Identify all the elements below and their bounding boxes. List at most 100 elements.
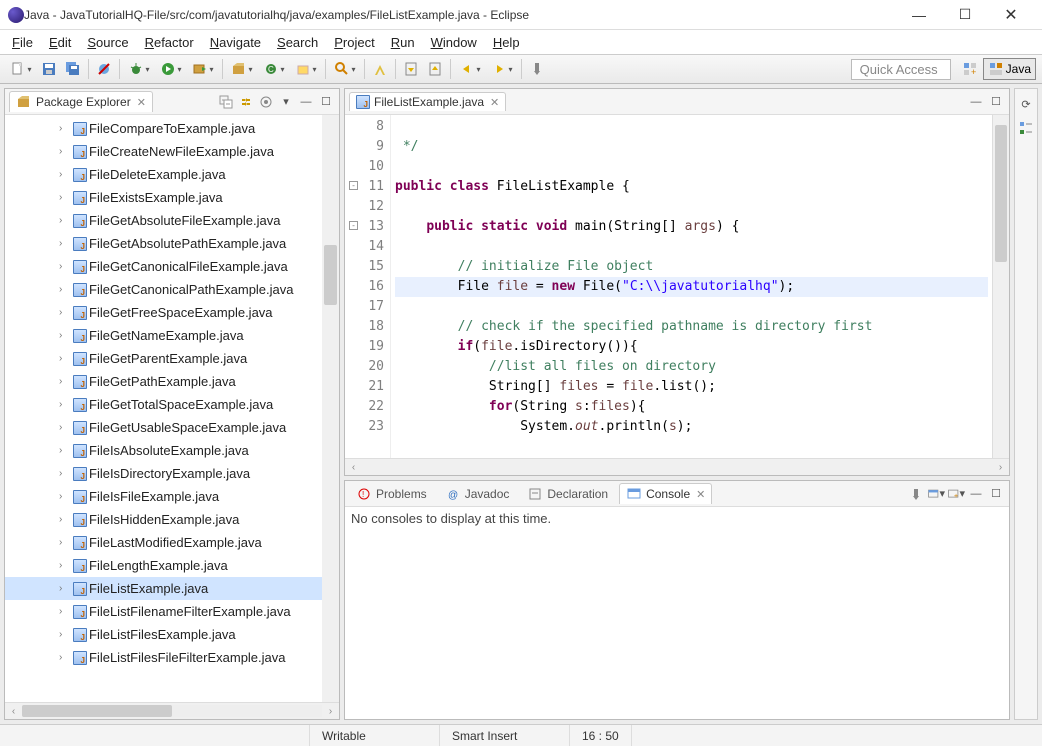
java-file-icon [73, 168, 87, 182]
tab-console[interactable]: Console✕ [619, 483, 712, 504]
tree-item[interactable]: ›FileLengthExample.java [5, 554, 339, 577]
close-icon[interactable]: ✕ [696, 488, 705, 501]
tree-item[interactable]: ›FileGetFreeSpaceExample.java [5, 301, 339, 324]
tab-declaration[interactable]: Declaration [520, 483, 615, 504]
tree-item[interactable]: ›FileGetUsableSpaceExample.java [5, 416, 339, 439]
next-annotation-button[interactable] [400, 58, 422, 80]
tab-problems[interactable]: !Problems [349, 483, 434, 504]
tab-javadoc[interactable]: @Javadoc [438, 483, 517, 504]
package-explorer-tab[interactable]: Package Explorer ✕ [9, 91, 153, 112]
forward-button[interactable]: ▾ [487, 58, 517, 80]
editor-vscroll[interactable] [992, 115, 1009, 458]
java-file-icon [73, 398, 87, 412]
open-perspective-button[interactable]: + [959, 58, 981, 80]
menu-window[interactable]: Window [425, 33, 483, 52]
pin-editor-button[interactable] [526, 58, 548, 80]
pin-console-button[interactable] [907, 485, 925, 503]
java-file-icon [73, 582, 87, 596]
tree-item[interactable]: ›FileGetNameExample.java [5, 324, 339, 347]
tree-item[interactable]: ›FileGetParentExample.java [5, 347, 339, 370]
tree-item[interactable]: ›FileIsHiddenExample.java [5, 508, 339, 531]
tree-item[interactable]: ›FileListExample.java [5, 577, 339, 600]
java-file-icon [73, 214, 87, 228]
package-explorer-hscroll[interactable]: ‹ › [5, 702, 339, 719]
editor-tab[interactable]: FileListExample.java ✕ [349, 92, 506, 111]
tree-item[interactable]: ›FileGetTotalSpaceExample.java [5, 393, 339, 416]
menu-run[interactable]: Run [385, 33, 421, 52]
java-file-icon [73, 375, 87, 389]
run-last-button[interactable]: ▾ [188, 58, 218, 80]
open-type-button[interactable]: ▾ [291, 58, 321, 80]
menu-source[interactable]: Source [81, 33, 134, 52]
new-package-button[interactable]: ▾ [227, 58, 257, 80]
tree-item[interactable]: ›FileCreateNewFileExample.java [5, 140, 339, 163]
tree-item[interactable]: ›FileListFilenameFilterExample.java [5, 600, 339, 623]
menu-edit[interactable]: Edit [43, 33, 77, 52]
toggle-skip-breakpoints[interactable] [93, 58, 115, 80]
save-all-button[interactable] [62, 58, 84, 80]
tree-item[interactable]: ›FileGetPathExample.java [5, 370, 339, 393]
new-button[interactable]: ▾ [6, 58, 36, 80]
menu-refactor[interactable]: Refactor [139, 33, 200, 52]
run-button[interactable]: ▾ [156, 58, 186, 80]
editor-gutter[interactable]: 891011-1213-14151617181920212223 [345, 115, 391, 458]
display-console-button[interactable]: ▾ [927, 485, 945, 503]
outline-column: ⟳ [1014, 88, 1038, 720]
minimize-button[interactable]: — [896, 0, 942, 30]
menu-project[interactable]: Project [328, 33, 380, 52]
new-class-button[interactable]: C▾ [259, 58, 289, 80]
close-icon[interactable]: ✕ [490, 96, 499, 109]
java-file-icon [356, 95, 370, 109]
tree-item[interactable]: ›FileCompareToExample.java [5, 117, 339, 140]
maximize-view-button[interactable]: ☐ [317, 93, 335, 111]
tree-item[interactable]: ›FileExistsExample.java [5, 186, 339, 209]
maximize-view-button[interactable]: ☐ [987, 93, 1005, 111]
close-button[interactable]: ✕ [988, 0, 1034, 30]
tree-item[interactable]: ›FileGetAbsoluteFileExample.java [5, 209, 339, 232]
tree-item[interactable]: ›FileIsFileExample.java [5, 485, 339, 508]
java-file-icon [73, 237, 87, 251]
prev-annotation-button[interactable] [424, 58, 446, 80]
search-button[interactable]: ▾ [330, 58, 360, 80]
minimize-view-button[interactable]: — [967, 93, 985, 111]
menu-search[interactable]: Search [271, 33, 324, 52]
debug-button[interactable]: ▾ [124, 58, 154, 80]
menu-navigate[interactable]: Navigate [204, 33, 267, 52]
tree-item[interactable]: ›FileGetCanonicalFileExample.java [5, 255, 339, 278]
back-button[interactable]: ▾ [455, 58, 485, 80]
tree-item[interactable]: ›FileIsAbsoluteExample.java [5, 439, 339, 462]
tree-item[interactable]: ›FileLastModifiedExample.java [5, 531, 339, 554]
perspective-java[interactable]: Java [983, 58, 1036, 80]
editor-code[interactable]: */public class FileListExample { public … [391, 115, 992, 458]
tree-item[interactable]: ›FileListFilesExample.java [5, 623, 339, 646]
maximize-button[interactable]: ☐ [942, 0, 988, 30]
status-insert: Smart Insert [440, 725, 570, 746]
tree-item[interactable]: ›FileGetAbsolutePathExample.java [5, 232, 339, 255]
java-file-icon [73, 145, 87, 159]
tree-item[interactable]: ›FileGetCanonicalPathExample.java [5, 278, 339, 301]
outline-icon[interactable] [1017, 119, 1035, 137]
open-console-button[interactable]: +▾ [947, 485, 965, 503]
editor-hscroll[interactable]: ‹› [345, 458, 1009, 475]
tree-item[interactable]: ›FileIsDirectoryExample.java [5, 462, 339, 485]
tree-item[interactable]: ›FileDeleteExample.java [5, 163, 339, 186]
restore-view-button[interactable]: ⟳ [1017, 95, 1035, 113]
java-file-icon [73, 651, 87, 665]
menu-help[interactable]: Help [487, 33, 526, 52]
toggle-mark-button[interactable] [369, 58, 391, 80]
link-editor-button[interactable] [237, 93, 255, 111]
package-explorer-vscroll[interactable] [322, 115, 339, 702]
save-button[interactable] [38, 58, 60, 80]
collapse-all-button[interactable] [217, 93, 235, 111]
java-file-icon [73, 260, 87, 274]
minimize-view-button[interactable]: — [967, 485, 985, 503]
focus-task-button[interactable] [257, 93, 275, 111]
java-file-icon [73, 536, 87, 550]
maximize-view-button[interactable]: ☐ [987, 485, 1005, 503]
tree-item[interactable]: ›FileListFilesFileFilterExample.java [5, 646, 339, 669]
quick-access-input[interactable]: Quick Access [851, 59, 951, 80]
minimize-view-button[interactable]: — [297, 93, 315, 111]
view-menu-button[interactable]: ▾ [277, 93, 295, 111]
menu-file[interactable]: File [6, 33, 39, 52]
close-icon[interactable]: ✕ [137, 96, 146, 109]
